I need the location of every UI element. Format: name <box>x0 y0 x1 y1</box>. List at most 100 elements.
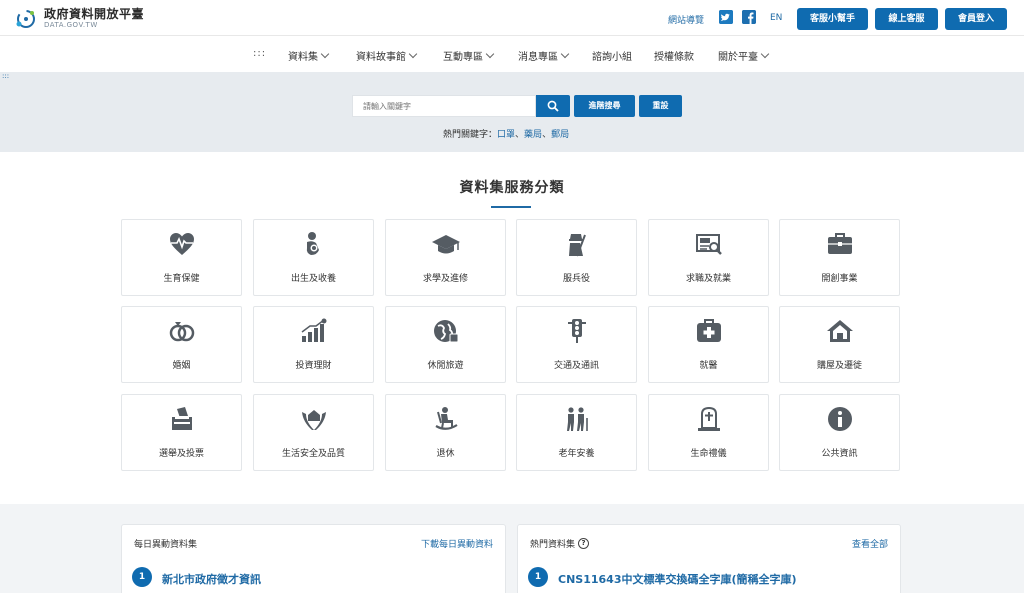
category-card[interactable]: 開創事業 <box>779 219 900 296</box>
globe-travel-icon <box>433 320 458 343</box>
chevron-down-icon <box>408 49 418 58</box>
category-card[interactable]: 生育保健 <box>121 219 242 296</box>
main-nav: ::: 資料集 資料故事館 互動專區 消息專區 諮詢小組 授權條款 關於平臺 <box>0 36 1024 72</box>
category-label: 選舉及投票 <box>158 449 204 459</box>
reset-button[interactable]: 重設 <box>639 95 682 117</box>
medical-kit-icon <box>696 319 721 342</box>
traffic-light-icon <box>567 319 586 343</box>
nav-item-label: 消息專區 <box>518 52 558 63</box>
nav-menu-grid-icon[interactable]: ::: <box>253 48 266 59</box>
category-card[interactable]: 服兵役 <box>516 219 637 296</box>
category-card[interactable]: 就醫 <box>648 306 769 383</box>
hot-keywords: 熱門關鍵字：口罩、藥局、郵局 <box>443 127 569 140</box>
category-label: 就醫 <box>699 361 718 371</box>
logo-subtitle: DATA.GOV.TW <box>44 21 98 29</box>
rank-badge: 1 <box>528 567 548 587</box>
chevron-down-icon <box>760 49 770 58</box>
category-card[interactable]: 交通及通訊 <box>516 306 637 383</box>
sitemap-link[interactable]: 網站導覽 <box>668 13 704 26</box>
category-label: 求學及進修 <box>422 274 468 284</box>
panel-title-wrap: 熱門資料集? <box>530 537 590 550</box>
rings-icon <box>169 322 194 342</box>
briefcase-icon <box>827 233 852 254</box>
job-board-icon <box>695 234 722 255</box>
category-label: 退休 <box>436 449 455 459</box>
advanced-search-button[interactable]: 進階搜尋 <box>574 95 635 117</box>
help-icon[interactable]: ? <box>578 538 590 549</box>
category-card[interactable]: 求學及進修 <box>385 219 506 296</box>
nav-item-interactive[interactable]: 互動專區 <box>443 48 495 63</box>
separator: 、 <box>542 130 552 140</box>
chevron-down-icon <box>485 49 495 58</box>
corner-dots-icon: ::: <box>2 72 10 80</box>
hot-keyword-link[interactable]: 藥局 <box>524 130 542 140</box>
nav-item-label: 互動專區 <box>443 52 483 63</box>
heart-pulse-icon <box>169 233 194 255</box>
category-card[interactable]: 出生及收養 <box>253 219 374 296</box>
helper-button[interactable]: 客服小幫手 <box>797 8 868 30</box>
nav-item-advisory[interactable]: 諮詢小組 <box>592 48 632 63</box>
elderly-icon <box>566 407 588 431</box>
category-card[interactable]: 購屋及遷徙 <box>779 306 900 383</box>
category-card[interactable]: 休閒旅遊 <box>385 306 506 383</box>
section-title: 資料集服務分類 <box>459 180 565 196</box>
hot-keyword-link[interactable]: 郵局 <box>551 130 569 140</box>
baby-icon <box>306 232 319 255</box>
category-label: 交通及通訊 <box>553 361 599 371</box>
category-label: 投資理財 <box>295 361 332 371</box>
category-card[interactable]: 老年安養 <box>516 394 637 471</box>
info-icon <box>827 407 852 431</box>
house-icon <box>826 320 853 342</box>
nav-item-datasets[interactable]: 資料集 <box>288 48 330 63</box>
category-card[interactable]: 求職及就業 <box>648 219 769 296</box>
search-button[interactable] <box>536 95 570 117</box>
nav-item-about[interactable]: 關於平臺 <box>718 48 770 63</box>
logo-icon <box>14 8 40 30</box>
category-card[interactable]: 婚姻 <box>121 306 242 383</box>
nav-item-label: 諮詢小組 <box>592 52 632 63</box>
hands-house-icon <box>301 410 326 430</box>
hot-keyword-link[interactable]: 口罩 <box>497 130 515 140</box>
category-label: 生命禮儀 <box>690 449 727 459</box>
category-card[interactable]: 選舉及投票 <box>121 394 242 471</box>
category-card[interactable]: 公共資訊 <box>779 394 900 471</box>
category-label: 求職及就業 <box>685 274 731 284</box>
category-card[interactable]: 生命禮儀 <box>648 394 769 471</box>
facebook-icon[interactable] <box>742 10 756 24</box>
online-service-button[interactable]: 線上客服 <box>875 8 938 30</box>
tombstone-icon <box>697 406 720 431</box>
dataset-link[interactable]: 新北市政府徵才資訊 <box>162 571 261 587</box>
dataset-link[interactable]: CNS11643中文標準交換碼全字庫(簡稱全字庫) <box>558 571 797 587</box>
category-label: 服兵役 <box>562 274 590 284</box>
category-label: 生育保健 <box>163 274 200 284</box>
nav-item-label: 授權條款 <box>654 52 694 63</box>
site-logo[interactable]: 政府資料開放平臺 DATA.GOV.TW <box>14 8 144 30</box>
category-card[interactable]: 投資理財 <box>253 306 374 383</box>
login-button[interactable]: 會員登入 <box>945 8 1007 30</box>
rank-badge: 1 <box>132 567 152 587</box>
nav-item-label: 資料故事館 <box>356 52 406 63</box>
category-card[interactable]: 退休 <box>385 394 506 471</box>
download-daily-link[interactable]: 下載每日異動資料 <box>421 537 493 550</box>
title-underline <box>491 206 531 208</box>
nav-item-label: 關於平臺 <box>718 52 758 63</box>
search-input[interactable] <box>352 95 536 117</box>
view-all-link[interactable]: 查看全部 <box>852 537 888 550</box>
category-label: 出生及收養 <box>290 274 336 284</box>
language-switch[interactable]: EN <box>770 13 782 23</box>
category-label: 購屋及遷徙 <box>816 361 862 371</box>
nav-item-news[interactable]: 消息專區 <box>518 48 570 63</box>
panel-title: 每日異動資料集 <box>134 540 198 550</box>
site-header: 政府資料開放平臺 DATA.GOV.TW 網站導覽 EN 客服小幫手 線上客服 … <box>0 0 1024 36</box>
graduation-cap-icon <box>431 235 460 254</box>
daily-updates-panel: 每日異動資料集 下載每日異動資料 1 新北市政府徵才資訊 <box>121 524 506 593</box>
soldier-icon <box>568 234 586 257</box>
twitter-icon[interactable] <box>719 10 733 24</box>
nav-item-label: 資料集 <box>288 52 318 63</box>
category-label: 開創事業 <box>821 274 858 284</box>
hot-keywords-label: 熱門關鍵字： <box>443 130 498 140</box>
nav-item-stories[interactable]: 資料故事館 <box>356 48 418 63</box>
category-card[interactable]: 生活安全及品質 <box>253 394 374 471</box>
popular-datasets-panel: 熱門資料集? 查看全部 1 CNS11643中文標準交換碼全字庫(簡稱全字庫) <box>517 524 901 593</box>
nav-item-license[interactable]: 授權條款 <box>654 48 694 63</box>
